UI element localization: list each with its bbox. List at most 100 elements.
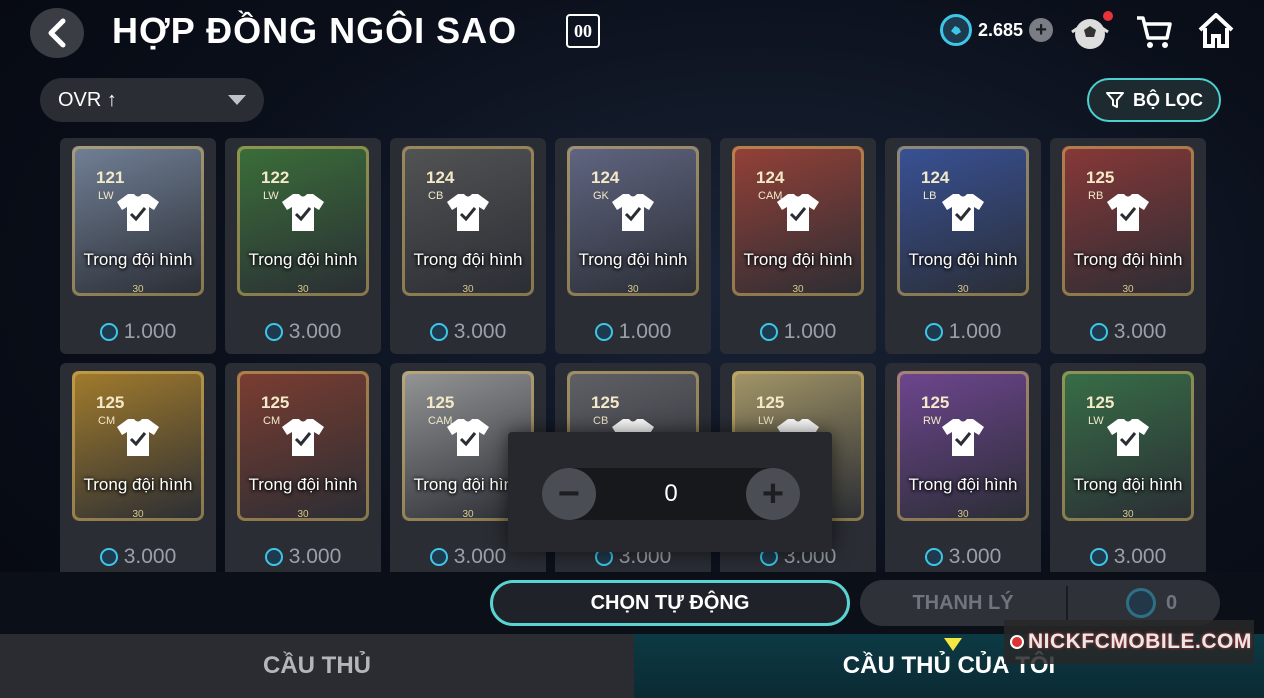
player-card[interactable]: 124 GK Trong đội hình 30 1.000 [555, 138, 711, 354]
card-position: LW [1088, 415, 1104, 427]
card-price: 3.000 [225, 545, 381, 569]
price-value: 3.000 [948, 545, 1002, 568]
player-card[interactable]: 121 LW Trong đội hình 30 1.000 [60, 138, 216, 354]
card-level: 30 [462, 509, 474, 520]
card-status: Trong đội hình [248, 475, 358, 494]
player-card[interactable]: 124 CAM Trong đội hình 30 1.000 [720, 138, 876, 354]
card-position: CM [98, 415, 116, 427]
minus-button[interactable]: − [542, 468, 596, 520]
player-card[interactable]: 122 LW Trong đội hình 30 3.000 [225, 138, 381, 354]
player-card[interactable]: 124 CB Trong đội hình 30 3.000 [390, 138, 546, 354]
card-price: 3.000 [885, 545, 1041, 569]
card-level: 30 [792, 284, 804, 295]
player-card[interactable]: 125 LW Trong đội hình 30 3.000 [1050, 363, 1206, 579]
card-position: LW [98, 190, 114, 202]
price-value: 3.000 [1113, 320, 1167, 343]
back-button[interactable] [30, 8, 84, 58]
active-tab-indicator [944, 638, 962, 651]
jersey-check-icon [942, 419, 984, 456]
cart-icon[interactable] [1134, 12, 1174, 52]
coin-icon [429, 548, 448, 566]
chevron-down-icon [228, 95, 246, 105]
notification-dot [1103, 11, 1113, 21]
card-ovr: 125 [1086, 168, 1115, 187]
coin-icon [429, 323, 448, 341]
plus-icon: + [761, 472, 785, 515]
price-value: 1.000 [948, 320, 1002, 343]
coin-icon [1089, 323, 1108, 341]
card-status: Trong đội hình [908, 475, 1018, 494]
sell-label: THANH LÝ [912, 591, 1014, 614]
card-ovr: 124 [426, 168, 455, 187]
card-ovr: 125 [591, 393, 620, 412]
price-value: 1.000 [618, 320, 672, 343]
jersey-check-icon [1107, 194, 1149, 231]
card-status: Trong đội hình [578, 250, 688, 269]
card-price: 3.000 [1050, 545, 1206, 569]
price-value: 3.000 [453, 545, 507, 568]
card-ovr: 125 [426, 393, 455, 412]
sort-dropdown[interactable]: OVR ↑ [40, 78, 264, 122]
card-level: 30 [132, 509, 144, 520]
coin-icon [99, 548, 118, 566]
title-badge: 00 [566, 14, 600, 48]
jersey-check-icon [942, 194, 984, 231]
jersey-check-icon [777, 194, 819, 231]
sell-value: 0 [1166, 591, 1178, 614]
chevron-left-icon [48, 18, 66, 48]
quantity-value[interactable]: 0 [596, 480, 746, 508]
add-currency-button[interactable]: + [1029, 18, 1054, 42]
coin-icon [264, 323, 283, 341]
quantity-popup: − 0 + [508, 432, 832, 552]
auto-select-button[interactable]: CHỌN TỰ ĐỘNG [490, 580, 850, 626]
player-card[interactable]: 125 RW Trong đội hình 30 3.000 [885, 363, 1041, 579]
card-position: LW [758, 415, 774, 427]
watermark-text: NICKFCMOBILE.COM [1028, 630, 1252, 653]
player-card[interactable]: 125 CM Trong đội hình 30 3.000 [225, 363, 381, 579]
price-value: 3.000 [123, 545, 177, 568]
card-position: LB [923, 190, 937, 202]
card-ovr: 125 [756, 393, 785, 412]
coin-icon [1126, 588, 1156, 618]
card-price: 3.000 [225, 320, 381, 344]
price-value: 3.000 [288, 545, 342, 568]
price-value: 3.000 [1113, 545, 1167, 568]
card-status: Trong đội hình [413, 250, 523, 269]
card-level: 30 [627, 284, 639, 295]
card-position: CM [263, 415, 281, 427]
coin-icon [594, 323, 613, 341]
card-status: Trong đội hình [248, 250, 358, 269]
plus-button[interactable]: + [746, 468, 800, 520]
price-value: 1.000 [123, 320, 177, 343]
jersey-check-icon [117, 194, 159, 231]
card-ovr: 125 [96, 393, 125, 412]
price-value: 3.000 [288, 320, 342, 343]
tab-players[interactable]: CẦU THỦ [0, 634, 634, 698]
jersey-check-icon [612, 194, 654, 231]
card-status: Trong đội hình [83, 475, 193, 494]
card-price: 1.000 [60, 320, 216, 344]
player-card[interactable]: 125 CM Trong đội hình 30 3.000 [60, 363, 216, 579]
jersey-check-icon [282, 194, 324, 231]
player-card[interactable]: 124 LB Trong đội hình 30 1.000 [885, 138, 1041, 354]
card-price: 1.000 [885, 320, 1041, 344]
coin-icon [99, 323, 118, 341]
filter-icon [1106, 92, 1124, 108]
jersey-check-icon [117, 419, 159, 456]
card-status: Trong đội hình [1073, 250, 1183, 269]
coin-icon [264, 548, 283, 566]
football-icon [1010, 635, 1024, 649]
filter-button[interactable]: BỘ LỌC [1087, 78, 1221, 122]
currency-display: 2.685 + [940, 14, 1054, 46]
card-level: 30 [957, 284, 969, 295]
card-position: CB [593, 415, 609, 427]
player-card[interactable]: 125 RB Trong đội hình 30 3.000 [1050, 138, 1206, 354]
jersey-check-icon [282, 419, 324, 456]
minus-icon: − [557, 472, 581, 515]
card-ovr: 124 [921, 168, 950, 187]
card-price: 1.000 [720, 320, 876, 344]
card-ovr: 124 [756, 168, 785, 187]
coin-icon [759, 323, 778, 341]
coin-icon [940, 14, 972, 46]
home-icon[interactable] [1196, 10, 1236, 50]
